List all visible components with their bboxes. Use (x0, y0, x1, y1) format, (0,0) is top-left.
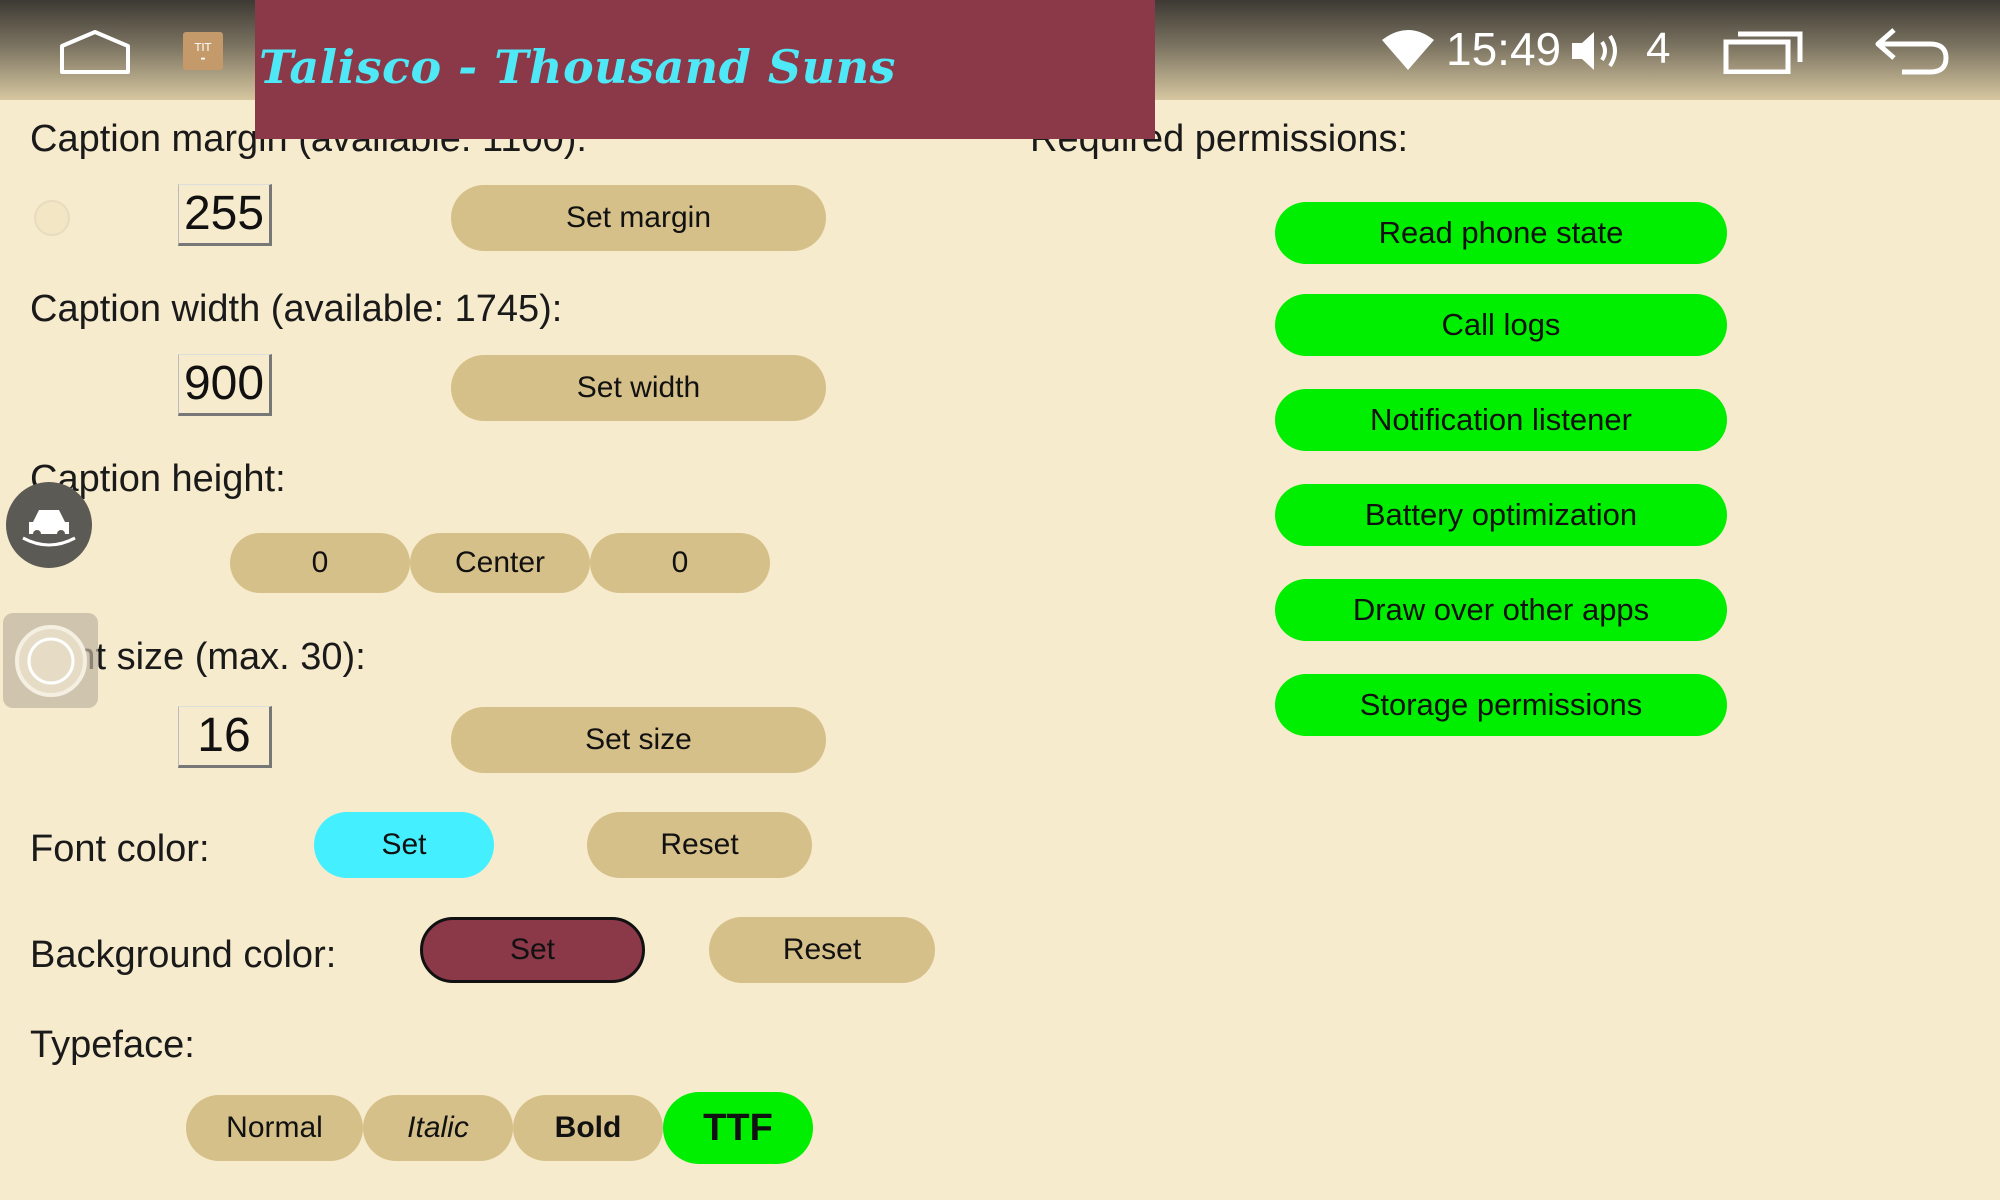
font-color-set-button[interactable]: Set (314, 812, 494, 878)
height-center-button[interactable]: Center (410, 533, 590, 593)
wifi-icon (1380, 28, 1436, 72)
clock: 15:49 (1446, 23, 1562, 75)
height-top-button[interactable]: 0 (230, 533, 410, 593)
radio-button[interactable] (34, 200, 70, 236)
caption-width-input[interactable]: 900 (178, 354, 272, 416)
permission-read-phone-state-button[interactable]: Read phone state (1275, 202, 1727, 264)
app-icon-subtext: ▬ (200, 55, 206, 62)
caption-preview: Talisco - Thousand Suns (255, 0, 1155, 139)
permission-battery-optimization-button[interactable]: Battery optimization (1275, 484, 1727, 546)
volume-level: 4 (1646, 24, 1671, 73)
home-icon[interactable] (58, 28, 132, 76)
app-icon[interactable]: TIT ▬ (183, 32, 223, 70)
typeface-ttf-button[interactable]: TTF (663, 1092, 813, 1164)
back-icon[interactable] (1872, 24, 1950, 76)
car-rotate-icon[interactable] (6, 482, 92, 568)
set-margin-button[interactable]: Set margin (451, 185, 826, 251)
font-color-reset-button[interactable]: Reset (587, 812, 812, 878)
typeface-normal-button[interactable]: Normal (186, 1095, 363, 1161)
background-color-set-button[interactable]: Set (420, 917, 645, 983)
caption-text: Talisco - Thousand Suns (259, 40, 896, 94)
permission-storage-button[interactable]: Storage permissions (1275, 674, 1727, 736)
recents-icon[interactable] (1722, 28, 1804, 74)
typeface-label: Typeface: (30, 1024, 195, 1066)
font-size-input[interactable]: 16 (178, 706, 272, 768)
app-icon-text: TIT (194, 40, 212, 54)
permission-notification-listener-button[interactable]: Notification listener (1275, 389, 1727, 451)
background-color-label: Background color: (30, 934, 337, 976)
font-color-label: Font color: (30, 828, 210, 870)
caption-width-label: Caption width (available: 1745): (30, 288, 563, 330)
background-color-reset-button[interactable]: Reset (709, 917, 935, 983)
assistive-touch-icon[interactable] (3, 613, 98, 708)
set-width-button[interactable]: Set width (451, 355, 826, 421)
typeface-bold-button[interactable]: Bold (513, 1095, 663, 1161)
height-bottom-button[interactable]: 0 (590, 533, 770, 593)
caption-margin-input[interactable]: 255 (178, 184, 272, 246)
permission-draw-over-apps-button[interactable]: Draw over other apps (1275, 579, 1727, 641)
permission-call-logs-button[interactable]: Call logs (1275, 294, 1727, 356)
volume-icon[interactable] (1570, 28, 1626, 74)
typeface-italic-button[interactable]: Italic (363, 1095, 513, 1161)
set-size-button[interactable]: Set size (451, 707, 826, 773)
